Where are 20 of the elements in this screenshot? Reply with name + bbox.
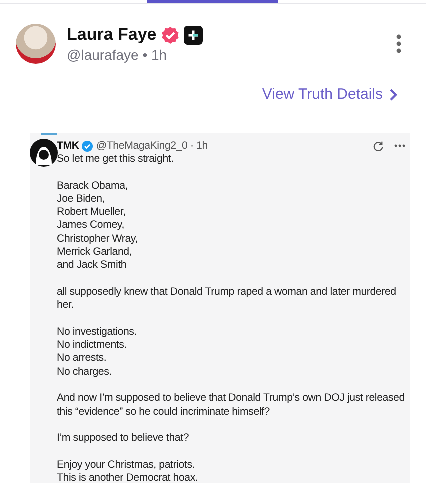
post-paragraph: No investigations. No indictments. No arrests. No charges. [57, 326, 138, 380]
author-handle: @laurafaye • 1h [67, 47, 168, 63]
more-icon[interactable] [396, 34, 402, 54]
avatar[interactable] [16, 24, 56, 64]
post-paragraph: I’m supposed to believe that? [57, 432, 190, 446]
post-paragraph: So let me get this straight. [57, 153, 175, 166]
chevron-right-icon[interactable] [389, 88, 398, 102]
author-handle: @TheMagaKing2_0 · 1h [96, 139, 209, 153]
post-paragraph: Enjoy your Christmas, patriots. This is another Democrat hoax. [57, 458, 200, 486]
view-details-link[interactable]: View Truth Details [262, 86, 383, 103]
verified-badge-icon [82, 140, 94, 152]
author-name: TMK [57, 139, 80, 153]
refresh-icon [373, 140, 384, 152]
plus-badge-icon [184, 26, 203, 44]
more-icon [394, 144, 406, 148]
post-paragraph: And now I’m supposed to believe that Donald Trump’s own DOJ just released this “evidence” so he could incriminate himself? [57, 392, 406, 419]
author-name[interactable]: Laura Faye [67, 25, 157, 45]
post-paragraph: all supposedly knew that Donald Trump raped a woman and later murdered her. [57, 286, 398, 313]
post-paragraph: Barack Obama, Joe Biden, Robert Mueller, James Comey, Christopher Wray, Merrick Garland, and Jack Smith [57, 180, 139, 273]
verified-badge-icon [160, 26, 180, 44]
